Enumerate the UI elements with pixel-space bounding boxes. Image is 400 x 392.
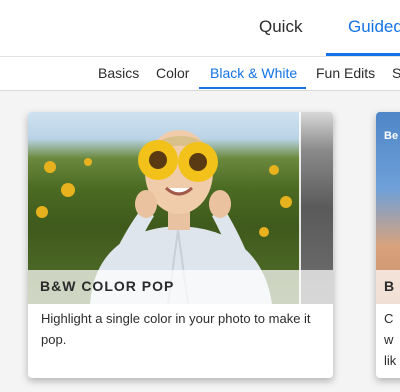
category-bar: Basics Color Black & White Fun Edits S [0,57,400,91]
guided-edit-card-next[interactable]: Be B C w lik [376,112,400,378]
mode-bar: Quick Guided [0,0,400,57]
active-category-indicator [199,87,306,89]
card-preview-image: B&W COLOR POP [28,112,333,304]
category-tab-black-and-white[interactable]: Black & White [210,57,297,90]
guided-edit-card-bw-color-pop[interactable]: B&W COLOR POP Highlight a single color i… [28,112,333,378]
active-mode-indicator [326,53,400,56]
guided-edit-page: Quick Guided Basics Color Black & White … [0,0,400,392]
tab-quick[interactable]: Quick [259,0,302,56]
card-preview-image: Be B [376,112,400,304]
category-tab-color[interactable]: Color [156,57,189,90]
category-tab-truncated[interactable]: S [392,57,400,90]
category-tab-basics[interactable]: Basics [98,57,139,90]
card-description: Highlight a single color in your photo t… [41,311,311,347]
card-description: C w lik [384,311,397,368]
card-badge: Be [384,130,399,142]
category-tab-fun-edits[interactable]: Fun Edits [316,57,375,90]
card-title: B [384,278,396,294]
card-title: B&W COLOR POP [40,278,175,294]
tab-guided[interactable]: Guided [348,0,400,56]
